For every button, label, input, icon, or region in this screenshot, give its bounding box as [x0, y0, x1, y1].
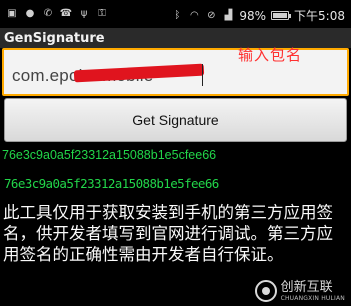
status-right-icons: ᛒ ◠ ⊘ ▟ 98% 下午5:08 — [171, 7, 345, 24]
watermark-text-block: 创新互联 CHUANGXIN HULIAN — [280, 279, 345, 302]
annotation-label: 输入包名 — [238, 46, 303, 64]
battery-percent: 98% — [239, 8, 267, 23]
watermark-logo-icon — [254, 280, 277, 302]
get-signature-button[interactable]: Get Signature — [4, 98, 347, 142]
image-icon: ▣ — [7, 7, 17, 19]
battery-icon — [271, 11, 292, 20]
usb-icon: ψ — [80, 7, 88, 19]
description-text: 此工具仅用于获取安装到手机的第三方应用签名，供开发者填写到官网进行调试。第三方应… — [3, 203, 333, 264]
bluetooth-icon: ᛒ — [174, 10, 181, 21]
signature-output-annotated: 76e3c9a0a5f23312a15088b1e5fee66 — [4, 176, 219, 191]
mute-icon: ⊘ — [207, 10, 216, 21]
status-left-icons: ▣ ● ✆ ☎ ψ ⚿ — [6, 7, 108, 19]
signature-output: 76e3c9a0a5f23312a15088b1e5cfee66 — [2, 148, 217, 162]
signal-icon: ▟ — [224, 10, 233, 21]
key-icon: ⚿ — [98, 7, 106, 19]
phone-icon: ✆ — [43, 7, 53, 19]
watermark-name: 创新互联 — [280, 279, 333, 295]
chat-icon: ● — [25, 7, 35, 19]
status-bar: ▣ ● ✆ ☎ ψ ⚿ ᛒ ◠ ⊘ ▟ 98% 下午5:08 — [0, 0, 351, 28]
wifi-icon: ◠ — [190, 10, 199, 21]
call-icon: ☎ — [59, 7, 73, 19]
clock: 下午5:08 — [294, 9, 345, 23]
app-title: GenSignature — [4, 31, 105, 46]
text-caret — [202, 64, 203, 86]
watermark: 创新互联 CHUANGXIN HULIAN — [254, 279, 345, 302]
watermark-sub: CHUANGXIN HULIAN — [280, 294, 345, 302]
